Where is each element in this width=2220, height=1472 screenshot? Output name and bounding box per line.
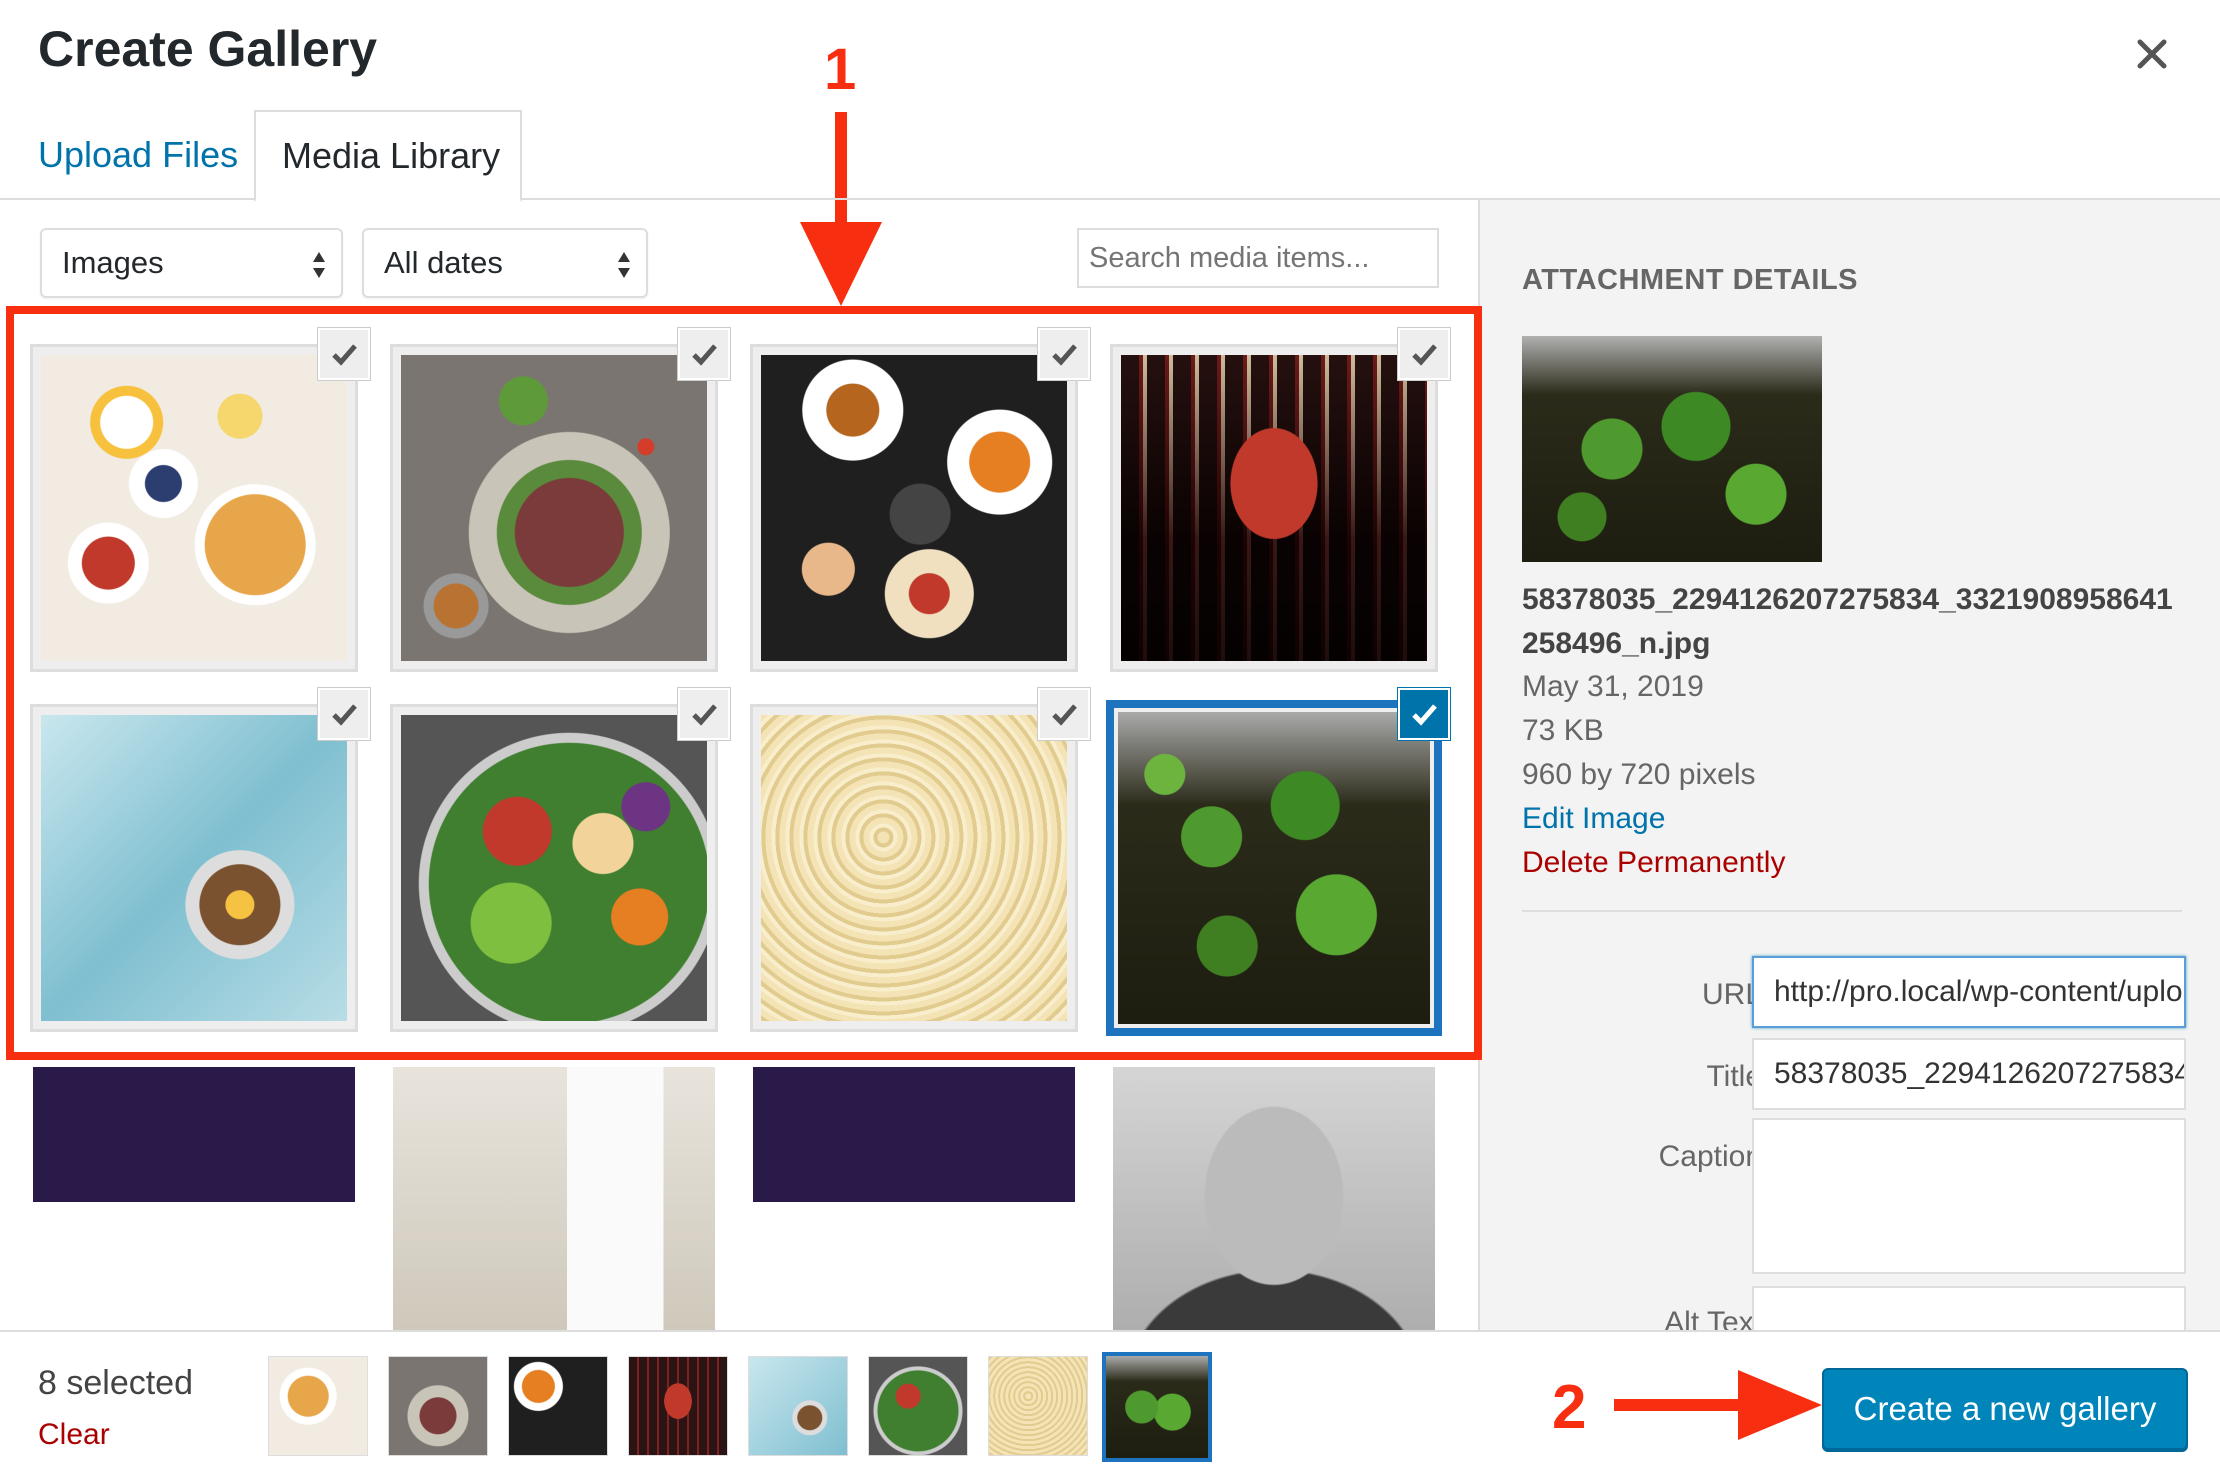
thumbnail-image [401,715,707,1021]
media-tile-screenshot-1[interactable] [30,1064,358,1330]
selection-thumb[interactable] [628,1356,728,1456]
annotation-step-1: 1 [824,37,857,102]
select-arrows-icon [313,252,325,278]
selected-check-icon[interactable] [1038,688,1090,740]
close-button[interactable] [2124,26,2180,82]
details-heading: ATTACHMENT DETAILS [1522,264,1859,296]
tab-upload-files[interactable]: Upload Files [38,110,238,200]
annotation-arrow-right [1614,1370,1822,1440]
media-tile-screenshot-2[interactable] [750,1064,1078,1330]
thumbnail-image [761,355,1067,661]
details-thumbnail [1522,336,1822,562]
attachment-details-panel: ATTACHMENT DETAILS 58378035_229412620727… [1478,200,2220,1330]
thumbnail-image [393,1067,715,1330]
media-type-select[interactable]: Images [40,228,343,298]
thumbnail-image [761,715,1067,1021]
details-dimensions: 960 by 720 pixels [1522,758,1756,791]
edit-image-link[interactable]: Edit Image [1522,802,1665,836]
selection-thumb[interactable] [508,1356,608,1456]
thumbnail-image [401,355,707,661]
selected-check-icon[interactable] [318,328,370,380]
selection-thumb[interactable] [748,1356,848,1456]
divider [1522,910,2182,912]
media-tile-broccoli[interactable] [1106,700,1442,1036]
media-tile-portrait[interactable] [1110,1064,1438,1330]
select-arrows-icon [618,252,630,278]
tab-bar: Upload Files Media Library [0,110,2220,202]
media-tile-brunch[interactable] [30,344,358,672]
current-check-icon[interactable] [1398,688,1450,740]
caption-field[interactable] [1752,1118,2186,1274]
details-size: 73 KB [1522,714,1604,747]
modal-title: Create Gallery [38,21,378,77]
selection-thumb-current[interactable] [1102,1352,1212,1462]
date-filter-value: All dates [384,245,503,280]
media-tile-lantern[interactable] [1110,344,1438,672]
thumbnail-image [33,1067,355,1330]
alt-text-label: Alt Text [1664,1306,1762,1330]
create-gallery-button[interactable]: Create a new gallery [1822,1368,2188,1450]
media-tile-veggie-bowl[interactable] [390,704,718,1032]
title-field[interactable]: 58378035_2294126207275834_33219089586412… [1752,1038,2186,1110]
media-tile-casserole[interactable] [750,704,1078,1032]
selected-check-icon[interactable] [1038,328,1090,380]
media-type-value: Images [62,245,164,280]
clear-selection-link[interactable]: Clear [38,1418,110,1452]
close-icon [2137,39,2167,69]
thumbnail-image [1113,1067,1435,1330]
thumbnail-image [41,715,347,1021]
annotation-step-2: 2 [1552,1373,1587,1442]
tab-media-library[interactable]: Media Library [254,110,522,202]
selection-thumb[interactable] [268,1356,368,1456]
media-grid [0,320,1478,1330]
details-date: May 31, 2019 [1522,670,1704,703]
date-filter-select[interactable]: All dates [362,228,648,298]
thumbnail-image [41,355,347,661]
selected-check-icon[interactable] [1398,328,1450,380]
thumbnail-image [1118,712,1430,1024]
selection-thumb[interactable] [988,1356,1088,1456]
thumbnail-image [753,1067,1075,1330]
media-tile-wedding-cake[interactable] [390,1064,718,1330]
search-input[interactable] [1077,228,1439,288]
caption-label: Caption [1658,1140,1762,1173]
selected-check-icon[interactable] [678,328,730,380]
selection-thumb[interactable] [868,1356,968,1456]
media-tile-blue-bowl[interactable] [30,704,358,1032]
details-filename: 58378035_2294126207275834_33219089586412… [1522,583,2173,660]
selected-check-icon[interactable] [678,688,730,740]
alt-text-field[interactable] [1752,1286,2186,1330]
url-field[interactable]: http://pro.local/wp-content/uploads/2019… [1752,956,2186,1028]
media-tile-burgers[interactable] [750,344,1078,672]
thumbnail-image [1121,355,1427,661]
selection-thumb[interactable] [388,1356,488,1456]
delete-permanently-link[interactable]: Delete Permanently [1522,846,1785,880]
media-toolbar-footer: 8 selected Clear 2 Create a new gallery [0,1330,2220,1472]
selected-check-icon[interactable] [318,688,370,740]
selection-count: 8 selected [38,1364,193,1402]
media-tile-steak[interactable] [390,344,718,672]
